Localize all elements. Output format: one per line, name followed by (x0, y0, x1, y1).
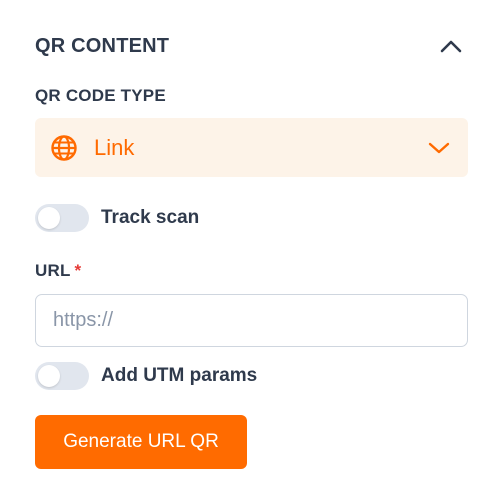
track-scan-row: Track scan (35, 204, 199, 232)
globe-icon (49, 133, 79, 163)
track-scan-label: Track scan (101, 207, 200, 228)
section-header: QR CONTENT (35, 30, 465, 62)
url-label-text: URL (35, 261, 71, 280)
qr-content-panel: QR CONTENT QR CODE TYPE Link Track scan (0, 0, 500, 500)
url-input[interactable] (35, 294, 468, 347)
section-title: QR CONTENT (35, 34, 170, 57)
qr-code-type-label: QR CODE TYPE (35, 86, 166, 105)
toggle-knob (38, 207, 60, 229)
chevron-up-icon (440, 40, 462, 53)
utm-params-row: Add UTM params (35, 362, 257, 390)
utm-params-label: Add UTM params (101, 365, 258, 386)
url-label: URL * (35, 261, 81, 281)
collapse-button[interactable] (437, 32, 465, 60)
track-scan-toggle[interactable] (35, 204, 89, 232)
generate-url-qr-button[interactable]: Generate URL QR (35, 415, 247, 469)
qr-code-type-select[interactable]: Link (35, 118, 468, 177)
utm-params-toggle[interactable] (35, 362, 89, 390)
qr-code-type-value: Link (94, 134, 135, 160)
required-marker: * (74, 261, 82, 280)
chevron-down-icon (428, 142, 450, 153)
toggle-knob (38, 365, 60, 387)
